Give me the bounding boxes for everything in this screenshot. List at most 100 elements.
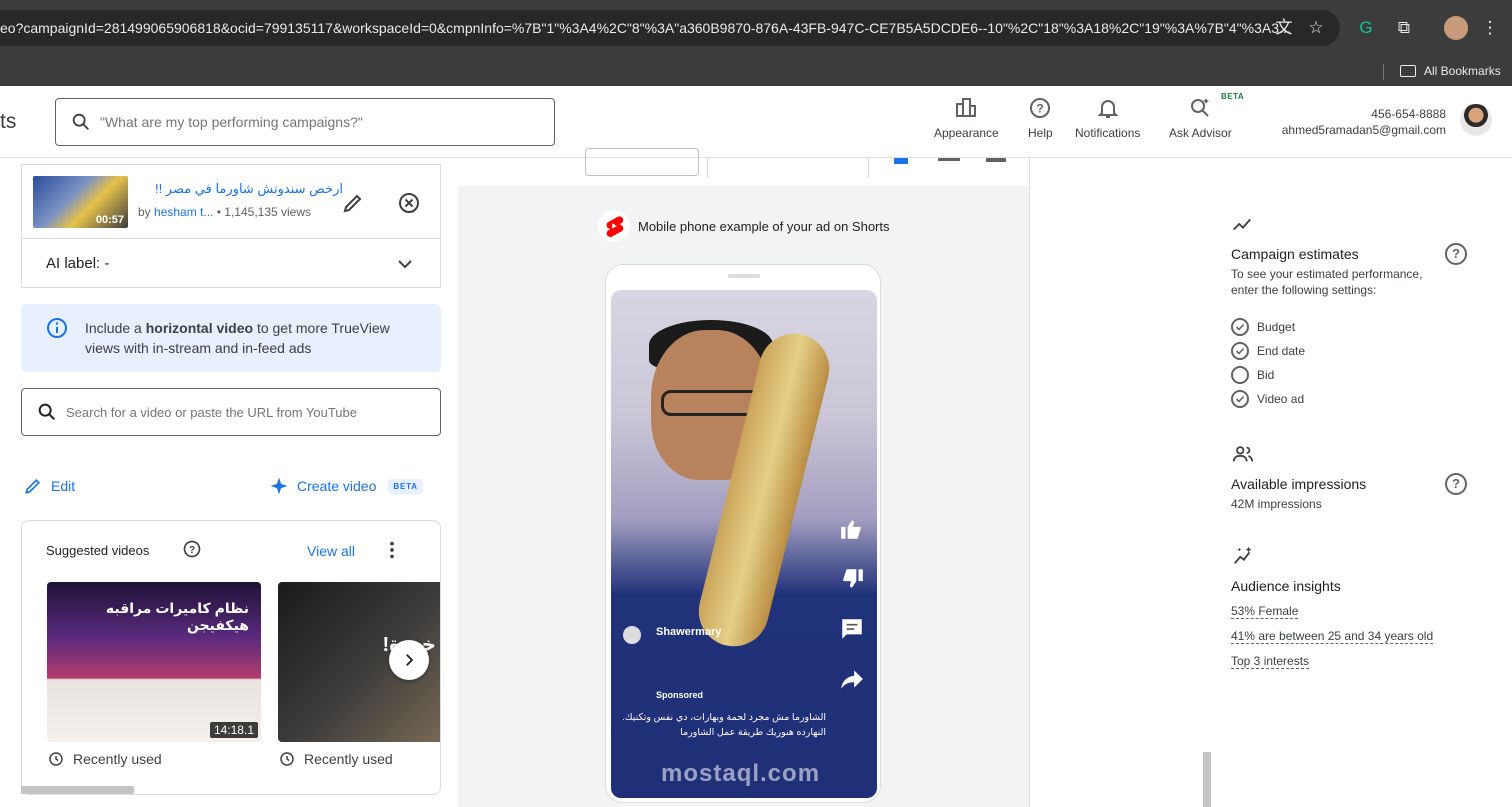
- appearance-button[interactable]: Appearance: [934, 96, 999, 140]
- video-thumbnail[interactable]: 00:57: [33, 176, 128, 228]
- youtube-search-input[interactable]: [66, 404, 416, 420]
- toolbar-divider: [868, 158, 869, 178]
- carousel-next-button[interactable]: [389, 640, 429, 680]
- ai-label-row[interactable]: AI label: -: [21, 238, 441, 288]
- global-search-input[interactable]: [100, 114, 520, 130]
- like-icon[interactable]: [839, 516, 865, 542]
- selected-video-card: 00:57 ارخص سندوتش شاورما في مصر !! by he…: [21, 164, 441, 239]
- grammarly-icon[interactable]: G: [1354, 16, 1378, 40]
- video-selection-panel: 00:57 ارخص سندوتش شاورما في مصر !! by he…: [0, 158, 458, 807]
- share-icon[interactable]: [839, 666, 865, 692]
- youtube-shorts-icon: [598, 210, 630, 242]
- setting-label: Budget: [1257, 320, 1296, 334]
- all-bookmarks-button[interactable]: All Bookmarks: [1400, 56, 1501, 86]
- mobile-device-icon[interactable]: [894, 158, 908, 164]
- estimate-settings-list: Budget End date Bid Video ad: [1231, 318, 1305, 414]
- creator-glasses: [661, 390, 761, 416]
- insight-age[interactable]: 41% are between 25 and 34 years old: [1231, 629, 1434, 644]
- campaign-estimates-section: Campaign estimates To see your estimated…: [1231, 246, 1446, 298]
- preview-caption: Mobile phone example of your ad on Short…: [638, 218, 890, 234]
- advisor-sparkle-icon: [1191, 98, 1210, 117]
- svg-text:?: ?: [189, 545, 195, 556]
- history-icon: [49, 752, 63, 766]
- check-circle-icon: [1231, 390, 1249, 408]
- suggested-videos-title: Suggested videos: [46, 543, 150, 558]
- video-views: • 1,145,135 views: [216, 205, 312, 219]
- more-vert-icon[interactable]: [381, 539, 403, 561]
- video-title[interactable]: ارخص سندوتش شاورما في مصر !!: [138, 181, 343, 197]
- edit-button[interactable]: Edit: [23, 476, 75, 496]
- create-video-button[interactable]: Create video BETA: [269, 476, 423, 496]
- folder-icon: [1400, 65, 1416, 77]
- address-bar[interactable]: eo?campaignId=281499065906818&ocid=79913…: [0, 10, 1340, 46]
- setting-budget: Budget: [1231, 318, 1305, 336]
- dislike-icon[interactable]: [839, 566, 865, 592]
- watermark: mostaql.com: [661, 760, 821, 787]
- check-circle-icon: [1231, 342, 1249, 360]
- ask-advisor-button[interactable]: Ask Advisor BETA: [1169, 92, 1244, 140]
- thumbnail-overlay-text: نظام كاميرات مراقبه هيكفيجن: [105, 600, 249, 633]
- extensions-icon[interactable]: ⧉: [1392, 16, 1416, 40]
- search-icon: [38, 403, 56, 421]
- chevron-down-icon[interactable]: [393, 252, 417, 276]
- tablet-device-icon[interactable]: [938, 158, 960, 161]
- video-channel-link[interactable]: hesham t...: [154, 205, 213, 219]
- edit-pencil-icon[interactable]: [341, 191, 365, 215]
- preview-toolbar: [458, 148, 1029, 186]
- phone-notch: [728, 274, 760, 278]
- ai-label-text: AI label: -: [46, 255, 110, 272]
- people-icon: [1232, 446, 1254, 462]
- suggested-video-duration: 14:18.1: [209, 722, 258, 738]
- audience-insights-title: Audience insights: [1231, 578, 1341, 594]
- suggested-video-thumbnail[interactable]: نظام كاميرات مراقبه هيكفيجن 14:18.1: [47, 582, 261, 742]
- ask-advisor-label: Ask Advisor: [1169, 126, 1232, 140]
- setting-label: End date: [1257, 344, 1306, 358]
- remove-video-icon[interactable]: [397, 191, 421, 215]
- bell-icon: [1097, 100, 1119, 118]
- help-label: Help: [1028, 126, 1053, 140]
- bookmarks-separator: [1383, 64, 1384, 80]
- help-button[interactable]: ? Help: [1028, 96, 1053, 140]
- impressions-help-icon[interactable]: ?: [1445, 473, 1467, 495]
- horizontal-scrollbar[interactable]: [21, 786, 134, 794]
- toolbar-divider: [707, 158, 708, 178]
- estimates-help-icon[interactable]: ?: [1445, 243, 1467, 265]
- tip-text: Include a horizontal video to get more T…: [85, 320, 390, 356]
- video-duration: 00:57: [95, 214, 124, 226]
- desktop-device-icon[interactable]: [986, 158, 1006, 162]
- setting-video-ad: Video ad: [1231, 390, 1305, 408]
- account-info[interactable]: 456-654-8888 ahmed5ramadan5@gmail.com: [1282, 106, 1446, 138]
- setting-label: Video ad: [1257, 392, 1305, 406]
- all-bookmarks-label: All Bookmarks: [1424, 64, 1501, 78]
- view-all-link[interactable]: View all: [307, 543, 355, 559]
- bookmark-star-icon[interactable]: ☆: [1304, 16, 1328, 40]
- create-video-beta-badge: BETA: [388, 478, 423, 494]
- panel-divider: [1029, 158, 1030, 807]
- available-impressions-section: Available impressions 42M impressions: [1231, 476, 1366, 512]
- shorts-preview-label: Mobile phone example of your ad on Short…: [598, 210, 890, 242]
- youtube-search[interactable]: [21, 388, 441, 436]
- ad-description: الشاورما مش مجرد لحمة وبهارات، دي نفس وت…: [622, 712, 826, 738]
- help-icon[interactable]: ?: [182, 539, 202, 559]
- notifications-label: Notifications: [1075, 126, 1141, 140]
- notifications-button[interactable]: Notifications: [1075, 96, 1140, 140]
- ad-preview-panel: Mobile phone example of your ad on Short…: [458, 148, 1029, 807]
- history-icon: [280, 752, 294, 766]
- preview-format-select[interactable]: [585, 148, 699, 176]
- browser-menu-icon[interactable]: ⋮: [1478, 16, 1502, 40]
- account-avatar[interactable]: [1460, 104, 1492, 136]
- advisor-beta-badge: BETA: [1221, 92, 1245, 101]
- setting-bid: Bid: [1231, 366, 1305, 384]
- global-search[interactable]: [55, 98, 555, 146]
- insight-interests[interactable]: Top 3 interests: [1231, 654, 1310, 669]
- profile-avatar[interactable]: [1444, 16, 1468, 40]
- browser-toolbar: eo?campaignId=281499065906818&ocid=79913…: [0, 0, 1512, 56]
- preview-channel-name: Shawermary: [656, 626, 722, 638]
- app-header: ts Appearance ? Help Notifications Ask A…: [0, 86, 1512, 158]
- comment-icon[interactable]: [839, 616, 865, 642]
- shorts-action-icons: [839, 516, 865, 692]
- vertical-scrollbar[interactable]: [1203, 752, 1211, 807]
- insight-female[interactable]: 53% Female: [1231, 604, 1299, 619]
- translate-icon[interactable]: 文: [1272, 16, 1296, 40]
- sponsored-label: Sponsored: [656, 690, 704, 700]
